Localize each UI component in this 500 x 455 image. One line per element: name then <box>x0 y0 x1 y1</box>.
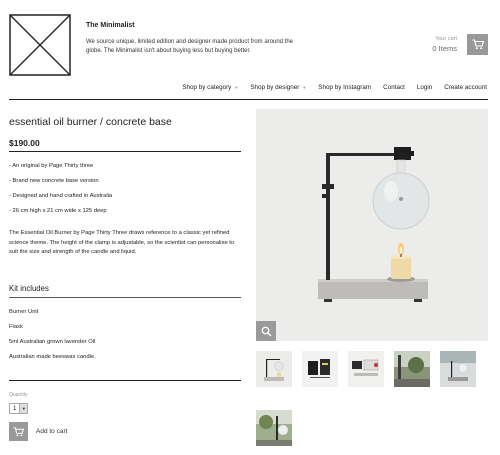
chevron-down-icon[interactable]: ▼ <box>19 404 28 413</box>
kit-list: Burner Unit Flask 5ml Australian grown l… <box>9 305 96 365</box>
product-title: essential oil burner / concrete base <box>9 116 172 128</box>
list-item: - 26 cm high x 21 cm wide x 125 deep <box>9 208 107 214</box>
cart-count[interactable]: 0 Items <box>432 44 457 53</box>
zoom-button[interactable] <box>256 321 276 341</box>
quantity-select[interactable]: 1 ▼ <box>9 403 29 414</box>
thumbnail-4[interactable] <box>394 351 430 387</box>
thumbnail-image <box>440 351 476 387</box>
quantity-value: 1 <box>13 405 17 412</box>
chevron-down-icon: ▼ <box>234 85 239 90</box>
cart-icon <box>472 39 484 50</box>
quantity-label: Quantity <box>9 392 28 398</box>
nav-login[interactable]: Login <box>417 84 432 91</box>
thumbnail-5[interactable] <box>440 351 476 387</box>
product-price: $190.00 <box>9 138 40 148</box>
chevron-down-icon: ▼ <box>302 85 307 90</box>
nav-label: Contact <box>383 84 405 91</box>
thumbnail-image <box>256 410 292 446</box>
thumbnail-image <box>302 351 338 387</box>
thumbnail-6[interactable] <box>256 410 292 446</box>
cart-label: Your cart <box>435 36 457 42</box>
thumbnail-3[interactable] <box>348 351 384 387</box>
thumbnail-1[interactable] <box>256 351 292 387</box>
product-description: The Essential Oil Burner by Page Thirty … <box>9 230 235 255</box>
list-item: Burner Unit <box>9 309 39 315</box>
brand-description: We source unique, limited edition and de… <box>86 39 294 54</box>
cart-button[interactable] <box>467 34 488 55</box>
nav-contact[interactable]: Contact <box>383 84 405 91</box>
nav-create-account[interactable]: Create account <box>444 84 487 91</box>
feature-list: - An original by Page Thirty three - Bra… <box>9 159 112 219</box>
cart-summary[interactable]: Your cart 0 Items <box>432 36 457 53</box>
kit-divider <box>9 297 241 298</box>
list-item: 5ml Australian grown lavender Oil <box>9 339 96 345</box>
thumbnail-image <box>256 351 292 387</box>
list-item: Australian made beeswax candle. <box>9 354 96 360</box>
cart-divider <box>9 380 241 381</box>
cart-icon <box>13 426 24 436</box>
oil-burner-illustration <box>256 109 488 341</box>
x-box-logo-icon <box>9 14 71 76</box>
brand-title: The Minimalist <box>86 22 135 29</box>
site-logo[interactable] <box>9 14 71 76</box>
product-image[interactable] <box>256 109 488 341</box>
thumbnail-image <box>394 351 430 387</box>
nav-label: Shop by designer <box>250 84 300 91</box>
list-item: - Brand new concrete base version <box>9 178 99 184</box>
list-item: Flask <box>9 324 23 330</box>
nav-label: Shop by Instagram <box>318 84 372 91</box>
nav-label: Shop by category <box>182 84 232 91</box>
kit-heading: Kit includes <box>9 284 49 293</box>
add-to-cart-button[interactable] <box>9 422 28 441</box>
nav-shop-by-designer[interactable]: Shop by designer ▼ <box>250 84 306 91</box>
nav-label: Login <box>416 84 433 91</box>
list-item: - Designed and hand crafted in Australia <box>9 193 113 199</box>
nav-shop-by-instagram[interactable]: Shop by Instagram <box>318 84 371 91</box>
magnifier-icon <box>261 326 272 337</box>
price-divider <box>9 151 241 152</box>
main-nav: Shop by category ▼ Shop by designer ▼ Shop… <box>170 84 487 91</box>
nav-shop-by-category[interactable]: Shop by category ▼ <box>182 84 238 91</box>
thumbnail-image <box>348 351 384 387</box>
thumbnail-2[interactable] <box>302 351 338 387</box>
nav-label: Create account <box>444 84 487 91</box>
header-divider <box>9 99 488 100</box>
list-item: - An original by Page Thirty three <box>9 163 94 169</box>
add-to-cart-label[interactable]: Add to cart <box>36 428 67 435</box>
